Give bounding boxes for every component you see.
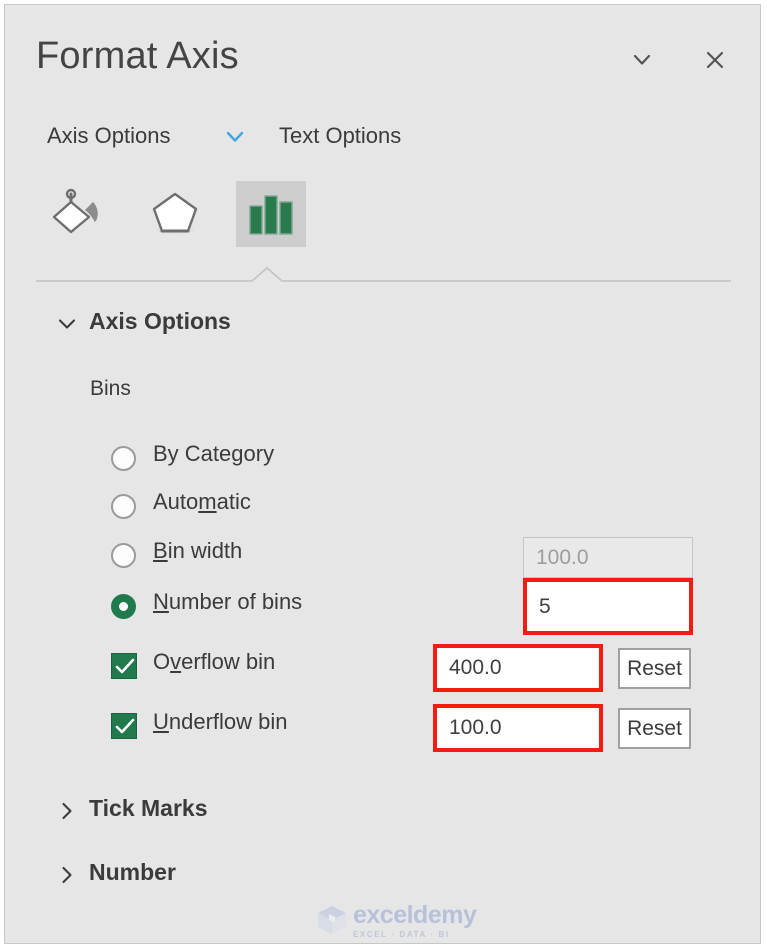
label-by-category: By Category bbox=[153, 441, 275, 466]
page-title: Format Axis bbox=[36, 35, 239, 77]
format-axis-pane: Format Axis Axis Options Text Options Ax… bbox=[4, 4, 761, 944]
axis-options-icon[interactable] bbox=[236, 181, 306, 247]
checkbox-overflow-bin[interactable] bbox=[111, 653, 137, 679]
underflow-bin-input[interactable]: 100.0 bbox=[437, 708, 599, 748]
chevron-right-icon bbox=[57, 865, 77, 885]
pane-header: Format Axis bbox=[5, 5, 760, 105]
chevron-down-icon[interactable] bbox=[224, 129, 246, 145]
divider bbox=[5, 263, 760, 289]
tab-text-options[interactable]: Text Options bbox=[279, 123, 401, 149]
number-of-bins-input[interactable]: 5 bbox=[527, 582, 689, 631]
label-underflow-bin: Underflow bin bbox=[153, 709, 288, 734]
effects-icon[interactable] bbox=[140, 181, 210, 247]
highlight-underflow-bin: 100.0 bbox=[433, 704, 603, 752]
bins-group-label: Bins bbox=[90, 377, 131, 400]
chevron-down-icon bbox=[57, 314, 77, 334]
highlight-overflow-bin: 400.0 bbox=[433, 644, 603, 692]
radio-by-category[interactable] bbox=[111, 446, 136, 471]
section-label: Number bbox=[89, 859, 176, 885]
label-overflow-bin: Overflow bin bbox=[153, 649, 276, 674]
bin-width-input[interactable]: 100.0 bbox=[523, 537, 693, 578]
watermark-text: exceldemy EXCEL · DATA · BI bbox=[353, 901, 477, 939]
radio-bin-width[interactable] bbox=[111, 543, 136, 568]
cube-logo-icon bbox=[315, 903, 349, 942]
fill-and-line-icon[interactable] bbox=[43, 181, 113, 247]
reset-overflow-button[interactable]: Reset bbox=[618, 648, 691, 689]
reset-underflow-button[interactable]: Reset bbox=[618, 708, 691, 749]
label-number-of-bins: Number of bins bbox=[153, 589, 303, 614]
close-icon[interactable] bbox=[698, 43, 732, 77]
row-bin-width: Bin width 100.0 bbox=[5, 537, 760, 581]
checkbox-underflow-bin[interactable] bbox=[111, 713, 137, 739]
highlight-number-of-bins: 5 bbox=[523, 578, 693, 635]
icon-tab-strip bbox=[5, 177, 760, 257]
exceldemy-watermark: exceldemy EXCEL · DATA · BI bbox=[315, 901, 477, 943]
watermark-name: exceldemy bbox=[353, 901, 477, 929]
radio-automatic[interactable] bbox=[111, 494, 136, 519]
row-overflow-bin: Overflow bin 400.0 Reset bbox=[5, 644, 760, 692]
row-number-of-bins: Number of bins 5 bbox=[5, 578, 760, 635]
section-label: Tick Marks bbox=[89, 795, 208, 821]
watermark-tagline: EXCEL · DATA · BI bbox=[353, 930, 450, 939]
chevron-down-icon[interactable] bbox=[625, 43, 659, 77]
overflow-bin-input[interactable]: 400.0 bbox=[437, 648, 599, 688]
section-label: Axis Options bbox=[89, 308, 231, 334]
tab-axis-options[interactable]: Axis Options bbox=[47, 123, 171, 149]
row-underflow-bin: Underflow bin 100.0 Reset bbox=[5, 704, 760, 752]
chevron-right-icon bbox=[57, 801, 77, 821]
row-automatic: Automatic bbox=[5, 488, 760, 532]
label-bin-width: Bin width bbox=[153, 538, 243, 563]
row-by-category: By Category bbox=[5, 440, 760, 484]
label-automatic: Automatic bbox=[153, 489, 251, 514]
radio-number-of-bins[interactable] bbox=[111, 594, 136, 619]
